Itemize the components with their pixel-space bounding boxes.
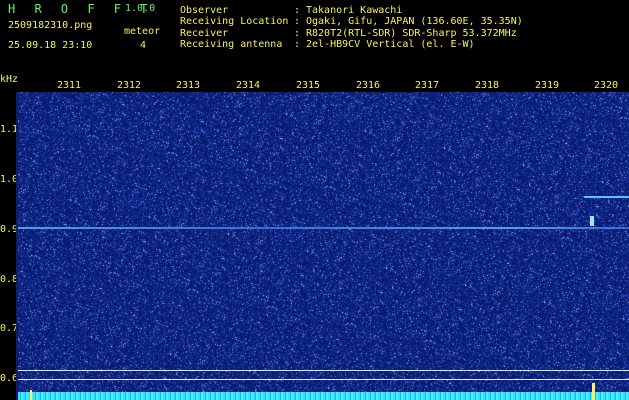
info-value: R820T2(RTL-SDR) SDR-Sharp 53.372MHz bbox=[306, 28, 517, 39]
meteor-marker bbox=[30, 390, 32, 400]
file-name: 2509182310.png bbox=[8, 20, 93, 31]
time-tick: 2316 bbox=[356, 80, 381, 91]
info-row-antenna: Receiving antenna : 2el-HB9CV Vertical (… bbox=[180, 40, 475, 80]
time-tick: 2319 bbox=[535, 80, 560, 91]
meteor-label: meteor bbox=[124, 26, 161, 37]
meteor-echo bbox=[590, 216, 594, 226]
info-key: Observer bbox=[180, 5, 229, 16]
app-version: 1.0.0 bbox=[125, 3, 156, 14]
level-strip bbox=[18, 392, 629, 400]
info-value: Takanori Kawachi bbox=[306, 5, 403, 16]
y-unit-label: kHz bbox=[0, 74, 19, 85]
info-sep: : bbox=[294, 16, 301, 27]
info-sep: : bbox=[294, 5, 301, 16]
time-tick: 2312 bbox=[117, 80, 142, 91]
datetime: 25.09.18 23:10 bbox=[8, 40, 93, 51]
info-sep: : bbox=[294, 39, 301, 50]
time-tick: 2313 bbox=[176, 80, 201, 91]
reference-line bbox=[18, 379, 629, 380]
spectrogram bbox=[18, 92, 629, 400]
time-tick: 2315 bbox=[296, 80, 321, 91]
short-signal-trace bbox=[584, 196, 629, 198]
reference-line bbox=[18, 370, 629, 371]
time-tick: 2311 bbox=[57, 80, 82, 91]
meteor-count: 4 bbox=[140, 40, 147, 51]
time-tick: 2317 bbox=[415, 80, 440, 91]
time-tick: 2320 bbox=[594, 80, 619, 91]
info-sep: : bbox=[294, 28, 301, 39]
info-key: Receiver bbox=[180, 28, 229, 39]
info-key: Receiving Location bbox=[180, 16, 289, 27]
info-value: 2el-HB9CV Vertical (el. E-W) bbox=[306, 39, 475, 50]
time-tick: 2318 bbox=[475, 80, 500, 91]
spectrogram-noise bbox=[18, 92, 629, 400]
info-key: Receiving antenna bbox=[180, 39, 283, 50]
info-value: Ogaki, Gifu, JAPAN (136.60E, 35.35N) bbox=[306, 16, 523, 27]
carrier-signal-line bbox=[18, 227, 629, 229]
meteor-marker bbox=[592, 383, 595, 400]
time-tick: 2314 bbox=[236, 80, 261, 91]
